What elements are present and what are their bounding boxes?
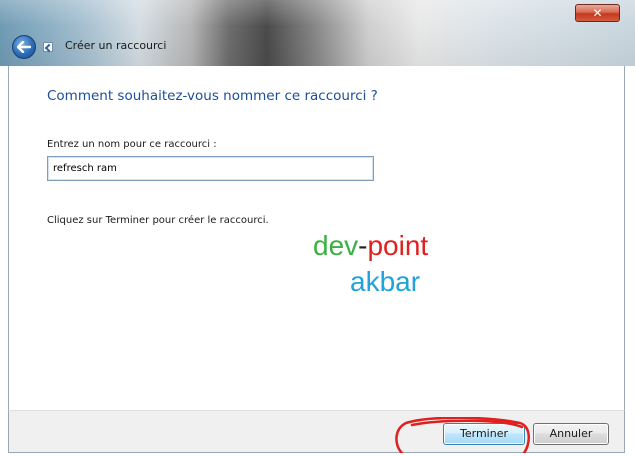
finish-button[interactable]: Terminer bbox=[443, 423, 525, 445]
watermark-author: akbar bbox=[350, 266, 421, 297]
page-heading: Comment souhaitez-vous nommer ce raccour… bbox=[47, 88, 378, 104]
shortcut-name-input[interactable] bbox=[47, 156, 374, 181]
shortcut-name-label: Entrez un nom pour ce raccourci : bbox=[47, 139, 217, 150]
watermark-devpoint: dev-point bbox=[313, 228, 428, 264]
back-arrow-icon bbox=[17, 41, 31, 53]
watermark-dev-text: dev bbox=[313, 230, 359, 261]
close-button[interactable]: ✕ bbox=[575, 4, 620, 22]
cancel-button[interactable]: Annuler bbox=[533, 423, 609, 445]
title-bar bbox=[0, 0, 635, 66]
shortcut-icon bbox=[43, 42, 53, 52]
finish-instruction: Cliquez sur Terminer pour créer le racco… bbox=[47, 215, 269, 226]
back-button[interactable] bbox=[12, 35, 36, 59]
watermark-point-text: point bbox=[367, 230, 429, 261]
window-title: Créer un raccourci bbox=[65, 39, 167, 52]
